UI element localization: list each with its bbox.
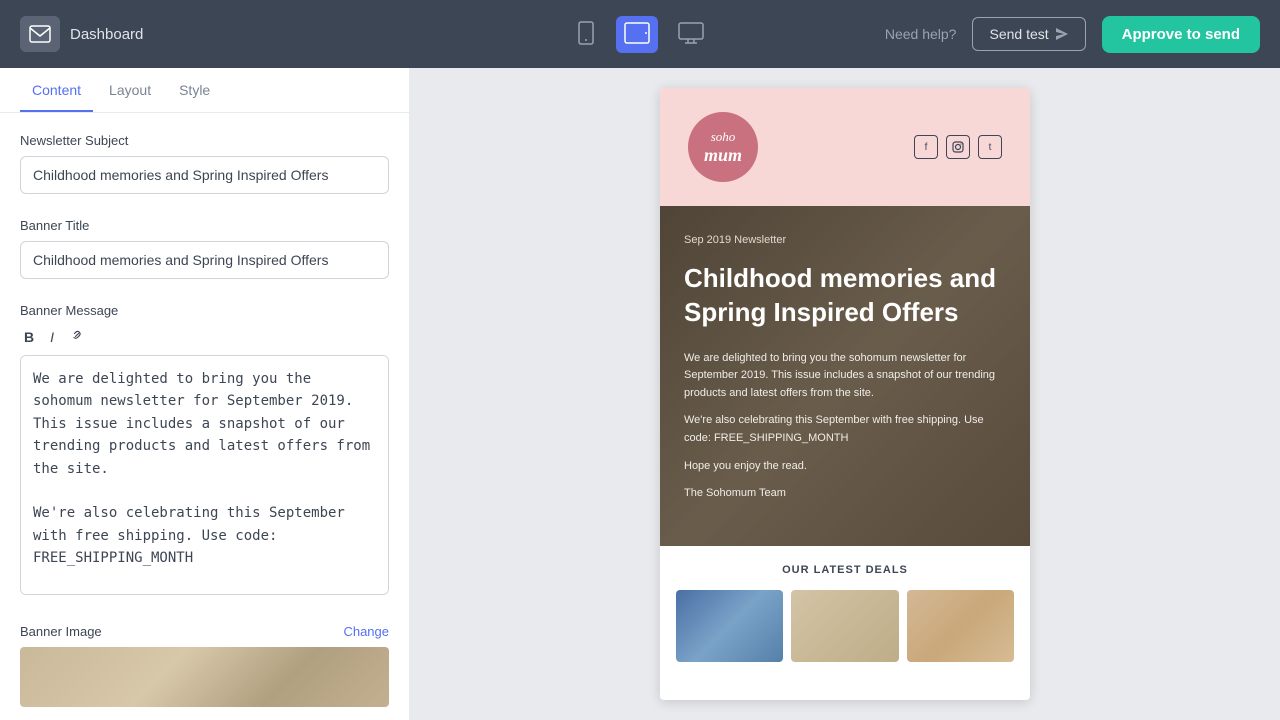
tab-content[interactable]: Content bbox=[20, 68, 93, 112]
deal-item-3 bbox=[907, 590, 1014, 662]
newsletter-subject-group: Newsletter Subject bbox=[20, 133, 389, 194]
need-help-text: Need help? bbox=[885, 26, 957, 42]
instagram-svg bbox=[952, 141, 964, 153]
mobile-icon bbox=[576, 21, 596, 45]
mobile-device-button[interactable] bbox=[568, 15, 604, 54]
sohomum-logo: soho mum bbox=[688, 112, 758, 182]
email-body-line2: We're also celebrating this September wi… bbox=[684, 412, 1006, 447]
link-icon bbox=[70, 328, 84, 342]
newsletter-date-label: Sep 2019 Newsletter bbox=[684, 234, 1006, 246]
logo-top-text: soho bbox=[711, 129, 736, 145]
email-banner: Sep 2019 Newsletter Childhood memories a… bbox=[660, 206, 1030, 546]
banner-message-group: Banner Message B I We are delighted to b… bbox=[20, 303, 389, 600]
email-banner-title: Childhood memories and Spring Inspired O… bbox=[684, 262, 1006, 330]
deal-item-1 bbox=[676, 590, 783, 662]
facebook-icon[interactable]: f bbox=[914, 135, 938, 159]
desktop-icon bbox=[678, 22, 704, 44]
email-body-line1: We are delighted to bring you the sohomu… bbox=[684, 350, 1006, 403]
send-test-label: Send test bbox=[989, 26, 1048, 42]
device-switcher bbox=[568, 15, 712, 54]
deals-title: OUR LATEST DEALS bbox=[676, 564, 1014, 576]
change-image-link[interactable]: Change bbox=[343, 624, 389, 639]
banner-title-group: Banner Title bbox=[20, 218, 389, 279]
tablet-icon bbox=[624, 22, 650, 44]
format-toolbar: B I bbox=[20, 326, 389, 347]
instagram-icon[interactable] bbox=[946, 135, 970, 159]
left-content: Newsletter Subject Banner Title Banner M… bbox=[0, 113, 409, 720]
banner-title-input[interactable] bbox=[20, 241, 389, 279]
dashboard-label: Dashboard bbox=[70, 26, 143, 43]
email-header: soho mum f t bbox=[660, 88, 1030, 206]
send-test-button[interactable]: Send test bbox=[972, 17, 1085, 51]
twitter-icon[interactable]: t bbox=[978, 135, 1002, 159]
logo-area: Dashboard bbox=[20, 16, 143, 52]
send-icon bbox=[1055, 27, 1069, 41]
italic-button[interactable]: I bbox=[46, 326, 58, 347]
deals-section: OUR LATEST DEALS bbox=[660, 546, 1030, 680]
topnav-right: Need help? Send test Approve to send bbox=[885, 16, 1260, 53]
tab-style[interactable]: Style bbox=[167, 68, 222, 112]
deal-item-2 bbox=[791, 590, 898, 662]
approve-to-send-button[interactable]: Approve to send bbox=[1102, 16, 1260, 53]
banner-message-label: Banner Message bbox=[20, 303, 389, 318]
tablet-device-button[interactable] bbox=[616, 16, 658, 53]
banner-message-textarea[interactable]: We are delighted to bring you the sohomu… bbox=[20, 355, 389, 595]
top-navigation: Dashboard Need help? Send t bbox=[0, 0, 1280, 68]
app-logo bbox=[20, 16, 60, 52]
social-icons: f t bbox=[914, 135, 1002, 159]
banner-image-group: Banner Image Change bbox=[20, 624, 389, 707]
tab-layout[interactable]: Layout bbox=[97, 68, 163, 112]
email-preview-area: soho mum f t Sep 201 bbox=[410, 68, 1280, 720]
banner-image-preview bbox=[20, 647, 389, 707]
logo-bottom-text: mum bbox=[704, 145, 742, 166]
bold-button[interactable]: B bbox=[20, 326, 38, 347]
mail-icon bbox=[28, 22, 52, 46]
left-panel: Content Layout Style Newsletter Subject … bbox=[0, 68, 410, 720]
email-banner-body: We are delighted to bring you the sohomu… bbox=[684, 350, 1006, 503]
email-body-line4: The Sohomum Team bbox=[684, 485, 1006, 503]
banner-image-label: Banner Image bbox=[20, 624, 102, 639]
email-body-line3: Hope you enjoy the read. bbox=[684, 458, 1006, 476]
newsletter-subject-input[interactable] bbox=[20, 156, 389, 194]
banner-title-label: Banner Title bbox=[20, 218, 389, 233]
deals-grid bbox=[676, 590, 1014, 662]
link-button[interactable] bbox=[66, 326, 88, 347]
main-area: Content Layout Style Newsletter Subject … bbox=[0, 68, 1280, 720]
newsletter-subject-label: Newsletter Subject bbox=[20, 133, 389, 148]
banner-image-header: Banner Image Change bbox=[20, 624, 389, 639]
tabs-row: Content Layout Style bbox=[0, 68, 409, 113]
desktop-device-button[interactable] bbox=[670, 16, 712, 53]
email-preview: soho mum f t Sep 201 bbox=[660, 88, 1030, 700]
